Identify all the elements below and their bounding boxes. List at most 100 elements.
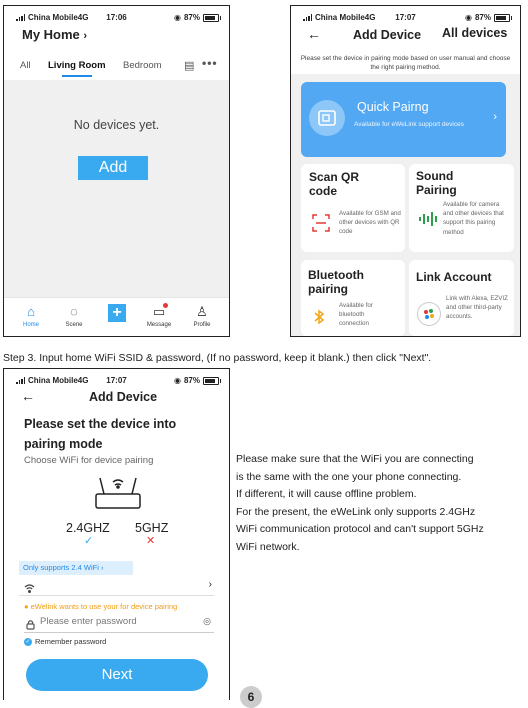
check-icon: ✓ xyxy=(84,535,94,547)
scene-icon: ◌ xyxy=(70,304,78,319)
profile-icon: ♙ xyxy=(196,304,208,319)
phone-screen-home: China Mobile4G 17:06 ◉ 87% My Home › All … xyxy=(3,5,230,337)
home-selector[interactable]: My Home › xyxy=(22,27,87,42)
lock-icon xyxy=(26,617,35,635)
sound-pairing-title: Sound Pairing xyxy=(416,169,457,197)
link-account-card[interactable]: Link Account Link with Alexa, EZVIZ and … xyxy=(409,260,514,336)
pairing-heading: Please set the device into pairing mode xyxy=(24,417,177,451)
all-devices-link[interactable]: All devices xyxy=(442,26,507,40)
alarm-icon: ◉ xyxy=(465,13,472,22)
chevron-right-icon: › xyxy=(208,579,212,590)
message-icon: ▭ xyxy=(139,303,179,320)
note-line: is the same with the one your phone conn… xyxy=(236,470,462,483)
qr-scan-icon xyxy=(312,214,330,237)
device-area: No devices yet. Add xyxy=(4,80,229,298)
nav-home[interactable]: ⌂ Home xyxy=(11,304,51,328)
phone-screen-wifi-setup: China Mobile4G 17:07 ◉ 87% ← Add Device P… xyxy=(3,368,230,700)
link-account-title: Link Account xyxy=(416,270,492,284)
band-5-label: 5GHZ xyxy=(135,521,169,535)
only-supports-banner[interactable]: Only supports 2.4 WiFi › xyxy=(19,561,133,575)
scan-qr-card[interactable]: Scan QR code Available for GSM and other… xyxy=(301,164,405,252)
active-tab-indicator xyxy=(62,75,92,77)
more-icon[interactable]: ••• xyxy=(202,56,218,70)
battery-icon xyxy=(203,13,221,22)
nav-scene[interactable]: ◌ Scene xyxy=(54,304,94,328)
unread-badge xyxy=(163,303,168,308)
permission-warning-text: eWelink wants to use your for device pai… xyxy=(30,602,178,611)
nav-message-label: Message xyxy=(146,322,172,328)
nav-add[interactable]: + xyxy=(97,304,137,322)
bluetooth-icon xyxy=(313,309,325,330)
page-number: 6 xyxy=(240,686,262,708)
page-title: Add Device xyxy=(353,28,422,42)
battery-percent: 87% xyxy=(183,376,200,385)
quick-pairing-icon xyxy=(309,100,345,136)
remember-password-label: Remember password xyxy=(35,637,107,646)
empty-state-text: No devices yet. xyxy=(73,118,160,132)
eye-icon[interactable]: ◎ xyxy=(203,616,211,627)
scan-qr-title: Scan QR code xyxy=(309,170,360,198)
password-input[interactable]: Please enter password xyxy=(40,616,137,627)
cross-icon: ✕ xyxy=(146,535,156,547)
status-bar: China Mobile4G 17:07 ◉ 87% xyxy=(291,6,520,28)
home-icon: ⌂ xyxy=(27,304,35,319)
wifi-notes: Please make sure that the WiFi you are c… xyxy=(236,451,521,556)
checkbox-checked-icon: ✓ xyxy=(24,637,32,646)
add-button[interactable]: Add xyxy=(78,156,148,180)
permission-warning: ● eWelink wants to use your for device p… xyxy=(24,602,177,611)
alarm-icon: ◉ xyxy=(174,376,181,385)
phone-screen-add-device: China Mobile4G 17:07 ◉ 87% ← Add Device A… xyxy=(290,5,521,337)
back-arrow-icon[interactable]: ← xyxy=(21,388,35,404)
back-arrow-icon[interactable]: ← xyxy=(307,26,321,42)
link-account-desc: Link with Alexa, EZVIZ and other third-p… xyxy=(446,295,508,321)
plus-icon: + xyxy=(108,304,126,322)
cards-area: Quick Pairng Available for eWeLink suppo… xyxy=(291,74,520,336)
bluetooth-pairing-card[interactable]: Bluetooth pairing Available for bluetoot… xyxy=(301,260,405,336)
note-line: Please make sure that the WiFi you are c… xyxy=(236,453,474,465)
wifi-select-row[interactable]: › xyxy=(19,577,214,596)
tab-bedroom[interactable]: Bedroom xyxy=(123,60,162,71)
scan-qr-desc: Available for GSM and other devices with… xyxy=(339,210,401,235)
battery-percent: 87% xyxy=(183,13,200,22)
next-button[interactable]: Next xyxy=(26,659,208,691)
step-3-instruction: Step 3. Input home WiFi SSID & password,… xyxy=(3,352,432,364)
page-title: My Home xyxy=(22,27,80,42)
note-line: WiFi network. xyxy=(236,540,300,553)
room-tabs: All Living Room Bedroom ▤ ••• xyxy=(4,54,229,80)
nav-profile[interactable]: ♙ Profile xyxy=(182,304,222,328)
bluetooth-pairing-title: Bluetooth pairing xyxy=(308,268,364,296)
sound-pairing-desc: Available for camera and other devices t… xyxy=(443,201,504,236)
nav-profile-label: Profile xyxy=(193,322,211,328)
battery-percent: 87% xyxy=(474,13,491,22)
quick-pairing-card[interactable]: Quick Pairng Available for eWeLink suppo… xyxy=(301,82,506,157)
password-row[interactable]: Please enter password ◎ xyxy=(24,614,214,633)
alarm-icon: ◉ xyxy=(174,13,181,22)
quick-pairing-title: Quick Pairng xyxy=(357,100,429,114)
chevron-right-icon: › xyxy=(493,111,497,123)
link-account-icon xyxy=(417,302,441,326)
battery-icon xyxy=(203,376,221,385)
note-line: WiFi communication protocol and can't su… xyxy=(236,523,484,535)
page-title: Add Device xyxy=(89,390,158,404)
sound-pairing-card[interactable]: Sound Pairing Available for camera and o… xyxy=(409,164,514,252)
bottom-nav: ⌂ Home ◌ Scene + ▭ Message ♙ Profile xyxy=(4,297,229,336)
router-icon xyxy=(92,474,144,519)
nav-scene-label: Scene xyxy=(65,322,83,328)
list-icon[interactable]: ▤ xyxy=(184,59,194,72)
status-bar: China Mobile4G 17:07 ◉ 87% xyxy=(4,369,229,391)
chevron-right-icon: › xyxy=(83,30,88,42)
wifi-icon xyxy=(24,580,35,598)
tab-all[interactable]: All xyxy=(20,60,31,71)
warning-icon: ● xyxy=(24,602,29,611)
instruction-text: Please set the device in pairing mode ba… xyxy=(300,55,511,71)
nav-message[interactable]: ▭ Message xyxy=(139,303,179,328)
bluetooth-pairing-desc: Available for bluetooth connection xyxy=(339,302,373,328)
battery-icon xyxy=(494,13,512,22)
band-24-label: 2.4GHZ xyxy=(66,521,110,535)
nav-home-label: Home xyxy=(22,322,39,328)
status-bar: China Mobile4G 17:06 ◉ 87% xyxy=(4,6,229,28)
remember-password-row[interactable]: ✓ Remember password xyxy=(24,637,106,646)
note-line: For the present, the eWeLink only suppor… xyxy=(236,505,476,518)
pairing-subheading: Choose WiFi for device pairing xyxy=(24,455,154,466)
tab-living-room[interactable]: Living Room xyxy=(48,60,106,71)
